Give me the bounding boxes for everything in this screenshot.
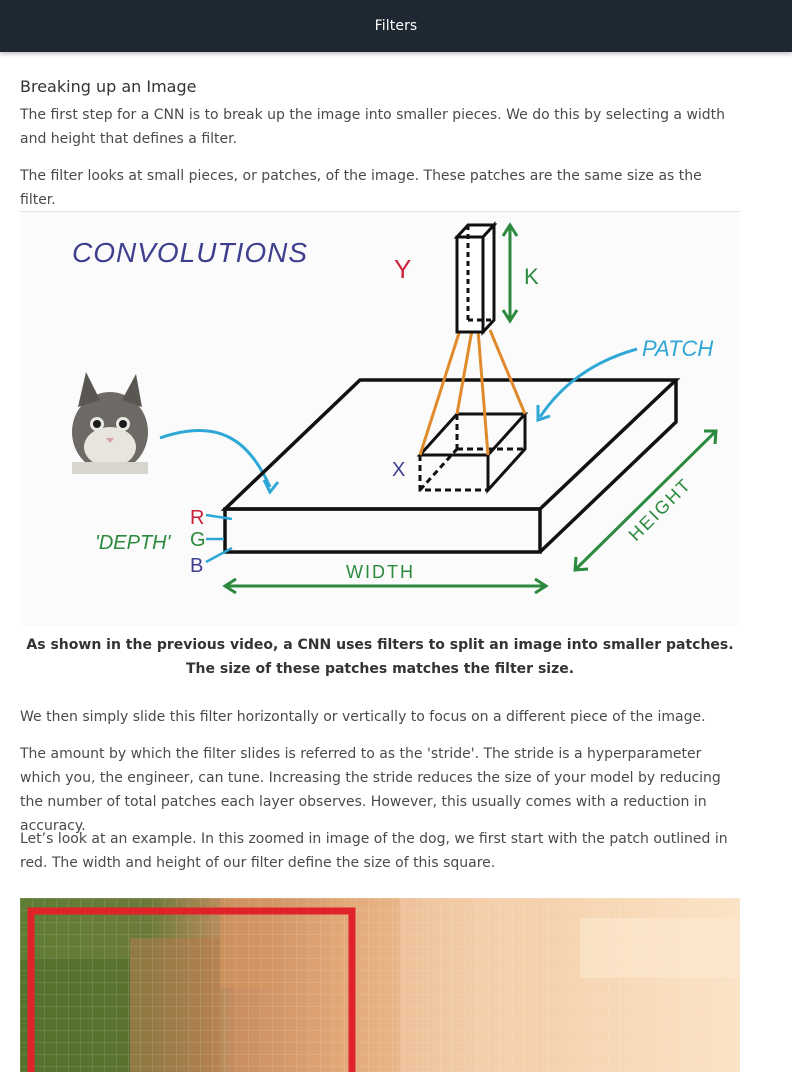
slide-paragraph: We then simply slide this filter horizon… — [20, 709, 706, 725]
label-g: G — [190, 529, 206, 551]
label-x: X — [392, 459, 405, 481]
patch-box — [416, 412, 529, 494]
zoomed-dog-svg — [20, 898, 740, 1072]
label-depth: 'DEPTH' — [95, 532, 172, 554]
page-title: Filters — [374, 18, 418, 34]
label-width: WIDTH — [346, 562, 415, 582]
example-paragraph: Let’s look at an example. In this zoomed… — [20, 831, 728, 871]
stride-paragraph: The amount by which the filter slides is… — [20, 746, 721, 834]
kitten-image — [72, 372, 148, 474]
label-patch: PATCH — [642, 336, 713, 361]
image-volume — [220, 378, 681, 554]
k-arrow — [501, 222, 519, 324]
figure-caption: As shown in the previous video, a CNN us… — [26, 637, 734, 677]
diagram-title: CONVOLUTIONS — [72, 237, 308, 268]
label-r: R — [190, 507, 204, 529]
label-b: B — [190, 555, 203, 577]
zoomed-dog-image — [20, 898, 740, 1072]
label-y: Y — [394, 254, 411, 284]
filter-column — [453, 221, 498, 336]
filter-paragraph: The filter looks at small pieces, or pat… — [20, 168, 702, 208]
convolution-diagram: CONVOLUTIONS Y K PATCH X R G B 'DEPTH' W… — [20, 211, 740, 626]
section-heading: Breaking up an Image — [20, 77, 197, 96]
intro-paragraph: The first step for a CNN is to break up … — [20, 107, 726, 147]
top-bar: Filters — [0, 0, 792, 52]
label-k: K — [524, 264, 539, 289]
convolution-diagram-svg: CONVOLUTIONS Y K PATCH X R G B 'DEPTH' W… — [72, 221, 718, 595]
